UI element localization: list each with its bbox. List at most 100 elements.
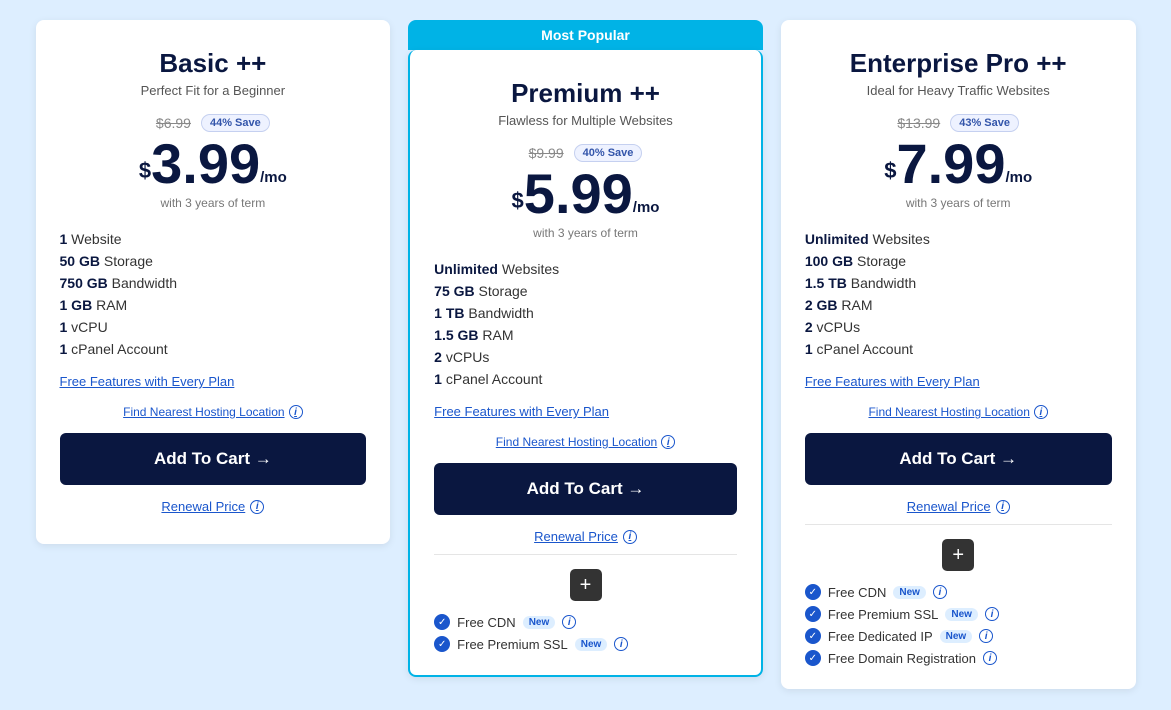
hosting-location-basic[interactable]: Find Nearest Hosting Location i — [60, 405, 367, 419]
plan-card-enterprise: Enterprise Pro ++ Ideal for Heavy Traffi… — [781, 20, 1136, 689]
add-to-cart-button-enterprise[interactable]: Add To Cart → — [805, 433, 1112, 485]
divider — [434, 554, 737, 555]
feature-item: 75 GB Storage — [434, 280, 737, 302]
price-note-basic: with 3 years of term — [60, 196, 367, 210]
new-badge: New — [945, 608, 978, 621]
bonus-feature-item: ✓ Free Premium SSL New i — [805, 603, 1112, 625]
feature-item: 100 GB Storage — [805, 250, 1112, 272]
feature-item: 50 GB Storage — [60, 250, 367, 272]
bonus-features-list: ✓ Free CDN New i ✓ Free Premium SSL New … — [434, 611, 737, 655]
divider — [805, 524, 1112, 525]
original-price-premium: $9.99 — [529, 145, 564, 161]
feature-item: 2 vCPUs — [805, 316, 1112, 338]
plan-subtitle-basic: Perfect Fit for a Beginner — [60, 83, 367, 98]
price-number-premium: 5.99 — [524, 166, 633, 222]
feature-item: 1 cPanel Account — [434, 368, 737, 390]
pricing-row-premium: $9.99 40% Save — [434, 144, 737, 162]
plans-container: Basic ++ Perfect Fit for a Beginner $6.9… — [36, 20, 1136, 689]
bonus-feature-text: Free Dedicated IP — [828, 629, 933, 644]
hosting-location-label: Find Nearest Hosting Location — [496, 435, 657, 449]
add-to-cart-button-basic[interactable]: Add To Cart → — [60, 433, 367, 485]
check-icon: ✓ — [434, 636, 450, 652]
feature-item: 2 GB RAM — [805, 294, 1112, 316]
info-icon[interactable]: i — [983, 651, 997, 665]
free-features-link-premium[interactable]: Free Features with Every Plan — [434, 404, 737, 419]
plan-subtitle-premium: Flawless for Multiple Websites — [434, 113, 737, 128]
check-icon: ✓ — [805, 606, 821, 622]
plan-subtitle-enterprise: Ideal for Heavy Traffic Websites — [805, 83, 1112, 98]
plan-card-premium: Premium ++ Flawless for Multiple Website… — [408, 50, 763, 677]
plan-card-basic: Basic ++ Perfect Fit for a Beginner $6.9… — [36, 20, 391, 544]
pricing-row-enterprise: $13.99 43% Save — [805, 114, 1112, 132]
featured-wrapper: Most Popular Premium ++ Flawless for Mul… — [408, 20, 763, 677]
save-badge-enterprise: 43% Save — [950, 114, 1019, 132]
plan-title-enterprise: Enterprise Pro ++ — [805, 48, 1112, 79]
features-list-enterprise: Unlimited Websites100 GB Storage1.5 TB B… — [805, 228, 1112, 360]
bonus-features-list: ✓ Free CDN New i ✓ Free Premium SSL New … — [805, 581, 1112, 669]
save-badge-basic: 44% Save — [201, 114, 270, 132]
current-price-row-basic: $ 3.99 /mo — [60, 136, 367, 192]
features-list-premium: Unlimited Websites75 GB Storage1 TB Band… — [434, 258, 737, 390]
free-features-link-enterprise[interactable]: Free Features with Every Plan — [805, 374, 1112, 389]
new-badge: New — [893, 586, 926, 599]
renewal-price-row-enterprise[interactable]: Renewal Price i — [805, 499, 1112, 514]
renewal-info-icon[interactable]: i — [623, 530, 637, 544]
feature-item: Unlimited Websites — [805, 228, 1112, 250]
info-icon[interactable]: i — [979, 629, 993, 643]
free-features-link-basic[interactable]: Free Features with Every Plan — [60, 374, 367, 389]
bonus-feature-item: ✓ Free Dedicated IP New i — [805, 625, 1112, 647]
dollar-sign-basic: $ — [139, 158, 151, 184]
renewal-price-row-basic[interactable]: Renewal Price i — [60, 499, 367, 514]
original-price-enterprise: $13.99 — [897, 115, 940, 131]
plan-wrapper-basic: Basic ++ Perfect Fit for a Beginner $6.9… — [36, 20, 391, 544]
bonus-feature-text: Free Domain Registration — [828, 651, 976, 666]
hosting-location-enterprise[interactable]: Find Nearest Hosting Location i — [805, 405, 1112, 419]
feature-item: 1.5 TB Bandwidth — [805, 272, 1112, 294]
bonus-feature-item: ✓ Free Domain Registration i — [805, 647, 1112, 669]
new-badge: New — [523, 616, 556, 629]
add-to-cart-button-premium[interactable]: Add To Cart → — [434, 463, 737, 515]
expand-button[interactable]: + — [942, 539, 974, 571]
features-list-basic: 1 Website50 GB Storage750 GB Bandwidth1 … — [60, 228, 367, 360]
current-price-row-enterprise: $ 7.99 /mo — [805, 136, 1112, 192]
info-icon[interactable]: i — [985, 607, 999, 621]
renewal-price-label: Renewal Price — [907, 499, 991, 514]
dollar-sign-enterprise: $ — [884, 158, 896, 184]
hosting-location-label: Find Nearest Hosting Location — [868, 405, 1029, 419]
renewal-info-icon[interactable]: i — [250, 500, 264, 514]
pricing-row-basic: $6.99 44% Save — [60, 114, 367, 132]
feature-item: 1 vCPU — [60, 316, 367, 338]
feature-item: 1 cPanel Account — [60, 338, 367, 360]
per-mo-premium: /mo — [633, 199, 660, 216]
check-icon: ✓ — [434, 614, 450, 630]
original-price-basic: $6.99 — [156, 115, 191, 131]
most-popular-banner: Most Popular — [408, 20, 763, 50]
current-price-row-premium: $ 5.99 /mo — [434, 166, 737, 222]
check-icon: ✓ — [805, 650, 821, 666]
feature-item: 2 vCPUs — [434, 346, 737, 368]
hosting-info-icon[interactable]: i — [289, 405, 303, 419]
feature-item: 1 GB RAM — [60, 294, 367, 316]
hosting-info-icon[interactable]: i — [1034, 405, 1048, 419]
check-icon: ✓ — [805, 628, 821, 644]
renewal-price-row-premium[interactable]: Renewal Price i — [434, 529, 737, 544]
bonus-feature-text: Free CDN — [828, 585, 887, 600]
bonus-feature-text: Free Premium SSL — [828, 607, 939, 622]
per-mo-basic: /mo — [260, 169, 287, 186]
info-icon[interactable]: i — [933, 585, 947, 599]
price-number-enterprise: 7.99 — [896, 136, 1005, 192]
expand-button[interactable]: + — [570, 569, 602, 601]
hosting-location-premium[interactable]: Find Nearest Hosting Location i — [434, 435, 737, 449]
renewal-info-icon[interactable]: i — [996, 500, 1010, 514]
new-badge: New — [575, 638, 608, 651]
info-icon[interactable]: i — [614, 637, 628, 651]
hosting-location-label: Find Nearest Hosting Location — [123, 405, 284, 419]
price-note-premium: with 3 years of term — [434, 226, 737, 240]
info-icon[interactable]: i — [562, 615, 576, 629]
dollar-sign-premium: $ — [512, 188, 524, 214]
hosting-info-icon[interactable]: i — [661, 435, 675, 449]
bonus-feature-item: ✓ Free Premium SSL New i — [434, 633, 737, 655]
check-icon: ✓ — [805, 584, 821, 600]
renewal-price-label: Renewal Price — [161, 499, 245, 514]
feature-item: 1 cPanel Account — [805, 338, 1112, 360]
